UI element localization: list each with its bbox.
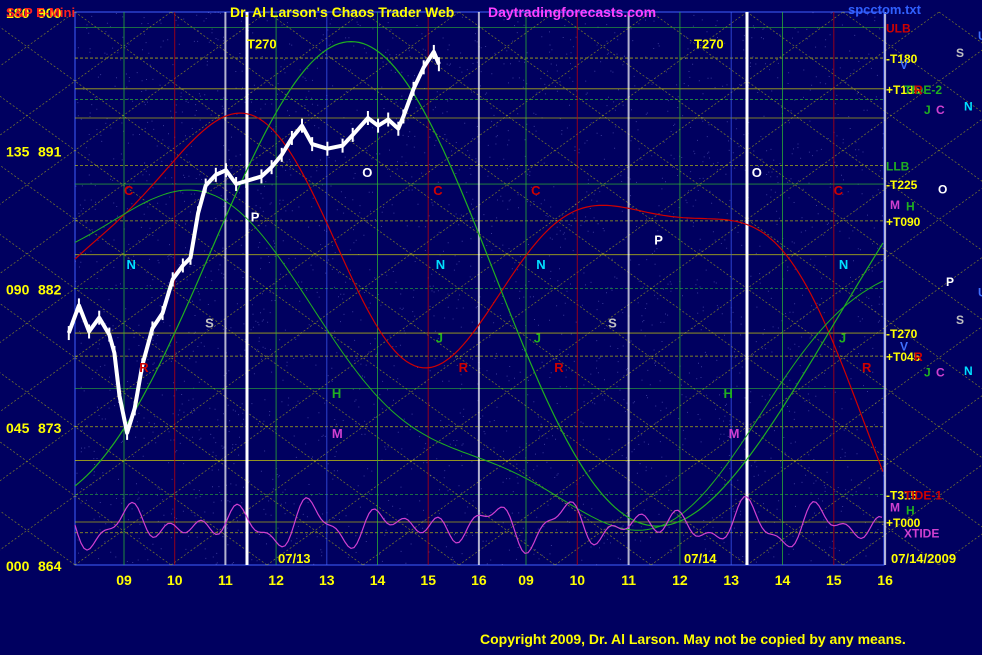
- planet-marker: M: [729, 426, 740, 441]
- right-axis-label: TIDE-1: [904, 488, 942, 502]
- far-right-letter: R: [914, 350, 923, 364]
- planet-marker: R: [554, 360, 564, 375]
- chart-background: [0, 0, 982, 650]
- y-tick-angle: 000: [6, 558, 30, 574]
- planet-marker: M: [332, 426, 343, 441]
- right-axis-label: -T225: [886, 178, 918, 192]
- x-tick-label: 16: [471, 572, 487, 588]
- x-tick-label: 09: [518, 572, 534, 588]
- planet-marker: R: [459, 360, 469, 375]
- far-right-letter: M: [890, 501, 900, 515]
- far-right-letter: N: [964, 364, 973, 378]
- planet-marker: S: [608, 315, 617, 330]
- x-tick-label: 14: [370, 572, 386, 588]
- x-tick-label: 13: [723, 572, 739, 588]
- far-right-letter: N: [964, 100, 973, 114]
- planet-marker: J: [534, 331, 541, 346]
- far-right-letter: O: [938, 183, 947, 197]
- planet-marker: C: [433, 183, 443, 198]
- planet-marker: H: [724, 386, 733, 401]
- y-tick-angle: 045: [6, 420, 30, 436]
- right-axis-label: ULB: [886, 21, 911, 35]
- planet-marker: N: [536, 257, 545, 272]
- planet-marker: P: [251, 209, 260, 224]
- far-right-letter: S: [956, 46, 964, 60]
- far-right-letter: R: [914, 83, 923, 97]
- x-tick-label: 11: [218, 572, 233, 588]
- x-tick-label: 10: [570, 572, 586, 588]
- planet-marker: C: [124, 183, 134, 198]
- right-axis-label: TIDE-2: [904, 83, 942, 97]
- far-right-letter: H: [906, 200, 915, 214]
- site-label: Daytradingforecasts.com: [488, 4, 656, 20]
- far-right-letter: C: [936, 103, 945, 117]
- planet-marker: P: [654, 232, 663, 247]
- far-right-letter: U: [978, 286, 982, 300]
- date-stamp: 07/14/2009: [891, 551, 956, 566]
- x-tick-label: 12: [672, 572, 688, 588]
- planet-marker: C: [531, 183, 541, 198]
- far-right-letter: J: [924, 365, 931, 379]
- planet-marker: N: [436, 257, 445, 272]
- right-axis-label: XTIDE: [904, 527, 939, 541]
- x-tick-label: 13: [319, 572, 335, 588]
- x-tick-label: 12: [268, 572, 284, 588]
- planet-marker: R: [862, 360, 872, 375]
- y-tick-angle: 090: [6, 282, 30, 298]
- y-tick-angle: 135: [6, 143, 30, 159]
- y-tick-price: 864: [38, 558, 62, 574]
- far-right-letter: V: [900, 339, 908, 353]
- planet-marker: C: [834, 183, 844, 198]
- planet-marker: S: [205, 315, 214, 330]
- far-right-letter: H: [906, 504, 915, 518]
- vertical-line-label: T270: [694, 37, 724, 52]
- far-right-letter: M: [890, 198, 900, 212]
- chart-canvas: 180 900135 891090 882045 873000 86409 10 11 12 13…: [0, 0, 982, 650]
- y-tick-price: 873: [38, 420, 62, 436]
- chaos-trader-chart: 180 900 135 891 090 882 045 873 000 864 09 10 11 12 13…: [0, 0, 982, 650]
- far-right-letter: C: [936, 365, 945, 379]
- planet-marker: J: [839, 331, 846, 346]
- x-tick-label: 09: [116, 572, 132, 588]
- instrument-label: S&P E-Mini: [6, 5, 75, 20]
- right-axis-label: +T090: [886, 215, 921, 229]
- x-tick-label: 16: [877, 572, 893, 588]
- vertical-line-label: T270: [247, 37, 277, 52]
- planet-marker: N: [839, 257, 848, 272]
- far-right-letter: J: [924, 103, 931, 117]
- planet-marker: O: [752, 165, 762, 180]
- far-right-letter: P: [946, 275, 954, 289]
- planet-marker: N: [127, 257, 136, 272]
- far-right-letter: V: [900, 58, 908, 72]
- file-label: spcctom.txt: [848, 2, 922, 17]
- far-right-letter: U: [978, 29, 982, 43]
- y-tick-price: 891: [38, 143, 62, 159]
- y-tick-price: 882: [38, 282, 62, 298]
- x-tick-label: 15: [826, 572, 842, 588]
- planet-marker: R: [139, 360, 149, 375]
- chart-title: Dr. Al Larson's Chaos Trader Web: [230, 4, 454, 20]
- x-tick-label: 10: [167, 572, 183, 588]
- session-label-2: 07/14: [684, 551, 717, 566]
- right-axis-label: LLB: [886, 160, 910, 174]
- x-tick-label: 11: [621, 572, 636, 588]
- planet-marker: J: [436, 331, 443, 346]
- far-right-letter: S: [956, 313, 964, 327]
- planet-marker: H: [332, 386, 341, 401]
- planet-marker: O: [362, 165, 372, 180]
- session-label-1: 07/13: [278, 551, 311, 566]
- x-tick-label: 15: [420, 572, 436, 588]
- copyright-notice: Copyright 2009, Dr. Al Larson. May not b…: [480, 631, 906, 647]
- x-tick-label: 14: [775, 572, 791, 588]
